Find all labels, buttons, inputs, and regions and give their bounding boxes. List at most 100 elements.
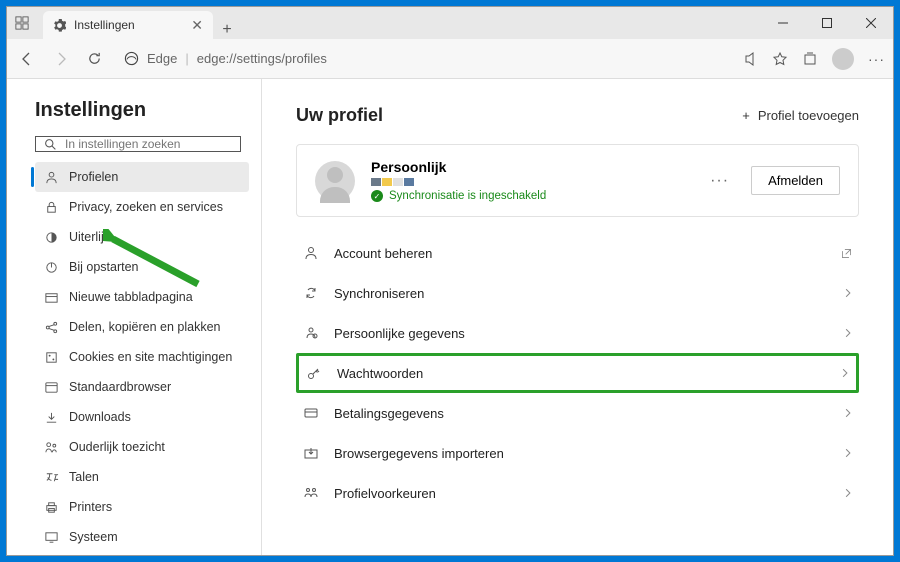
address-bar[interactable]: Edge | edge://settings/profiles [116,51,732,66]
address-prefix: Edge [147,51,177,66]
sidebar-item-label: Bij opstarten [69,260,138,274]
settings-item-3[interactable]: Wachtwoorden [296,353,859,393]
sidebar-item-11[interactable]: Printers [35,492,249,522]
sidebar-item-label: Nieuwe tabbladpagina [69,290,193,304]
account-icon [302,245,320,261]
sidebar-item-label: Downloads [69,410,131,424]
payment-icon [302,405,320,421]
title-bar: Instellingen ✕ + [7,7,893,39]
window-controls [761,7,893,39]
sync-status: ✓ Synchronisatie is ingeschakeld [371,190,688,202]
sidebar-item-label: Standaardbrowser [69,380,171,394]
minimize-button[interactable] [761,7,805,39]
settings-item-label: Browsergegevens importeren [334,446,504,461]
sidebar-item-8[interactable]: Downloads [35,402,249,432]
settings-sidebar: Instellingen ProfielenPrivacy, zoeken en… [7,79,262,555]
profile-name: Persoonlijk [371,159,688,175]
tab-title: Instellingen [74,18,135,32]
address-separator: | [185,51,188,66]
system-icon [43,530,59,545]
favorite-icon[interactable] [772,51,788,67]
address-url: edge://settings/profiles [197,51,327,66]
menu-button[interactable]: ··· [868,51,885,67]
browser-icon [43,380,59,395]
signout-button[interactable]: Afmelden [751,166,840,195]
settings-item-0[interactable]: Account beheren [296,233,859,273]
profile-avatar [315,161,355,201]
search-input[interactable] [65,137,232,151]
search-icon [44,138,57,151]
profile-avatar-small[interactable] [832,48,854,70]
collections-icon[interactable] [802,51,818,67]
profile-info: Persoonlijk ✓ Synchronisatie is ingescha… [371,159,688,202]
read-aloud-icon[interactable] [742,51,758,67]
sidebar-item-label: Talen [69,470,99,484]
appearance-icon [43,230,59,245]
app-icon [7,7,37,39]
sidebar-item-label: Systeem [69,530,118,544]
sidebar-item-12[interactable]: Systeem [35,522,249,552]
sidebar-item-label: Delen, kopiëren en plakken [69,320,221,334]
printer-icon [43,500,59,515]
sync-icon [302,285,320,301]
add-profile-label: Profiel toevoegen [758,108,859,123]
sidebar-item-6[interactable]: Cookies en site machtigingen [35,342,249,372]
sidebar-item-10[interactable]: Talen [35,462,249,492]
sidebar-item-label: Uiterlijk [69,230,110,244]
chevron-right-icon [843,328,853,338]
add-profile-button[interactable]: + Profiel toevoegen [742,108,859,123]
settings-item-label: Account beheren [334,246,432,261]
sidebar-item-1[interactable]: Privacy, zoeken en services [35,192,249,222]
settings-item-label: Profielvoorkeuren [334,486,436,501]
check-icon: ✓ [371,190,383,202]
chevron-right-icon [843,448,853,458]
profile-more-button[interactable]: ··· [704,172,735,190]
settings-item-1[interactable]: Synchroniseren [296,273,859,313]
plus-icon: + [742,108,750,123]
sidebar-item-4[interactable]: Nieuwe tabbladpagina [35,282,249,312]
sidebar-item-5[interactable]: Delen, kopiëren en plakken [35,312,249,342]
settings-item-label: Betalingsgegevens [334,406,444,421]
tab-settings[interactable]: Instellingen ✕ [43,11,213,39]
page-title: Uw profiel [296,105,383,126]
tab-icon [43,290,59,305]
chevron-right-icon [843,408,853,418]
toolbar: Edge | edge://settings/profiles ··· [7,39,893,79]
sidebar-item-3[interactable]: Bij opstarten [35,252,249,282]
share-icon [43,320,59,335]
content-area: Instellingen ProfielenPrivacy, zoeken en… [7,79,893,555]
settings-item-label: Synchroniseren [334,286,424,301]
main-panel: Uw profiel + Profiel toevoegen Persoonli… [262,79,893,555]
sidebar-item-label: Ouderlijk toezicht [69,440,165,454]
settings-item-6[interactable]: Profielvoorkeuren [296,473,859,513]
settings-item-label: Persoonlijke gegevens [334,326,465,341]
settings-item-2[interactable]: Persoonlijke gegevens [296,313,859,353]
personal-icon [302,325,320,341]
cookie-icon [43,350,59,365]
color-swatches [371,178,688,186]
refresh-button[interactable] [83,47,106,70]
sidebar-item-2[interactable]: Uiterlijk [35,222,249,252]
settings-item-label: Wachtwoorden [337,366,423,381]
sidebar-item-label: Printers [69,500,112,514]
settings-item-5[interactable]: Browsergegevens importeren [296,433,859,473]
sidebar-item-label: Cookies en site machtigingen [69,350,232,364]
sidebar-item-7[interactable]: Standaardbrowser [35,372,249,402]
import-icon [302,445,320,461]
sidebar-item-13[interactable]: Instellingen opnieuw instellen [35,552,249,555]
close-tab-icon[interactable]: ✕ [191,17,203,34]
key-icon [305,365,323,381]
new-tab-button[interactable]: + [213,21,241,39]
back-button[interactable] [15,47,39,71]
sidebar-item-label: Privacy, zoeken en services [69,200,223,214]
settings-item-4[interactable]: Betalingsgegevens [296,393,859,433]
sidebar-item-9[interactable]: Ouderlijk toezicht [35,432,249,462]
forward-button[interactable] [49,47,73,71]
sidebar-nav: Profielen Privacy, zoeken en services Uite… [35,162,249,555]
maximize-button[interactable] [805,7,849,39]
settings-search[interactable] [35,136,241,152]
profile-settings-list: Account beheren Synchroniseren Persoonlijk… [296,233,859,513]
sync-text: Synchronisatie is ingeschakeld [389,190,546,202]
close-window-button[interactable] [849,7,893,39]
sidebar-item-0[interactable]: Profielen [35,162,249,192]
